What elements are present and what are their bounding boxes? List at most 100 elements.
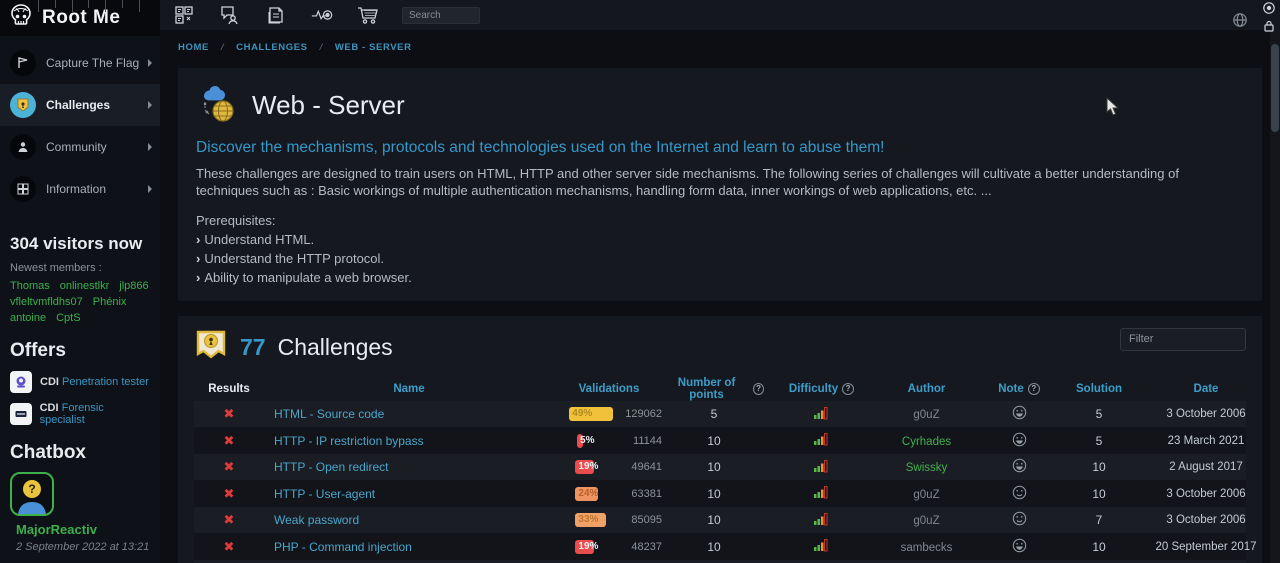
validation-count: 49641 — [631, 461, 662, 473]
chat-username[interactable]: MajorReactiv — [16, 522, 150, 537]
prerequisite-item: ›Ability to manipulate a web browser. — [196, 270, 1244, 285]
challenges-count: 77 — [240, 334, 266, 361]
breadcrumb-web-server[interactable]: WEB - SERVER — [335, 42, 412, 53]
col-header-author[interactable]: Author — [879, 383, 974, 395]
col-header-name[interactable]: Name — [264, 383, 554, 395]
community-icon — [10, 134, 36, 160]
faq-icon[interactable] — [172, 3, 196, 27]
help-icon[interactable]: ? — [842, 383, 854, 395]
difficulty-icon[interactable] — [764, 485, 879, 502]
difficulty-icon[interactable] — [764, 406, 879, 423]
col-header-validations[interactable]: Validations — [554, 383, 664, 395]
challenge-link[interactable]: PHP - Command injection — [274, 540, 412, 554]
prerequisite-text: Ability to manipulate a web browser. — [204, 270, 411, 285]
forum-icon[interactable] — [218, 3, 242, 27]
col-header-date[interactable]: Date — [1134, 383, 1262, 395]
breadcrumb-separator: / — [221, 42, 224, 53]
solution-count[interactable]: 10 — [1064, 460, 1134, 474]
offer-contract: CDI — [40, 402, 59, 414]
member-link[interactable]: Phénix — [93, 296, 127, 308]
cart-icon[interactable] — [356, 3, 380, 27]
author-link[interactable]: sambecks — [901, 542, 953, 554]
prerequisites-label: Prerequisites: — [196, 213, 1244, 228]
solution-count[interactable]: 10 — [1064, 487, 1134, 501]
solution-count[interactable]: 5 — [1064, 407, 1134, 421]
docs-icon[interactable] — [264, 3, 288, 27]
member-link[interactable]: onlinestlkr — [60, 280, 110, 292]
activity-icon[interactable] — [310, 3, 334, 27]
points-cell: 10 — [664, 434, 764, 448]
offer-company-icon — [10, 403, 32, 425]
chevron-right-icon — [148, 185, 152, 193]
not-validated-icon: ✖ — [194, 512, 264, 528]
col-header-points[interactable]: Number of points? — [664, 377, 764, 401]
logo[interactable]: Root Me — [0, 0, 160, 36]
table-row: ✖ HTTP - Open redirect 19%49641 10 Swiss… — [194, 454, 1246, 481]
difficulty-icon[interactable] — [764, 512, 879, 529]
note-smiley-icon — [1012, 432, 1027, 450]
difficulty-icon[interactable] — [764, 538, 879, 555]
information-icon — [10, 176, 36, 202]
difficulty-icon[interactable] — [764, 432, 879, 449]
sidebar-item-challenges[interactable]: Challenges — [0, 84, 160, 126]
solution-count[interactable]: 5 — [1064, 434, 1134, 448]
challenge-name-cell: HTML - Source code — [264, 407, 554, 421]
solution-count[interactable]: 10 — [1064, 540, 1134, 554]
col-header-results[interactable]: Results — [194, 383, 264, 395]
points-cell: 5 — [664, 407, 764, 421]
prerequisite-item: ›Understand HTML. — [196, 232, 1244, 247]
avatar[interactable]: ? — [10, 472, 54, 516]
challenge-link[interactable]: HTTP - User-agent — [274, 487, 375, 501]
author-link[interactable]: g0uZ — [913, 409, 939, 421]
sidebar-item-information[interactable]: Information — [0, 168, 160, 210]
breadcrumb-challenges[interactable]: CHALLENGES — [236, 42, 307, 53]
challenge-link[interactable]: HTTP - IP restriction bypass — [274, 434, 424, 448]
sidebar-item-label: Information — [46, 182, 106, 196]
help-icon[interactable]: ? — [1028, 383, 1040, 395]
author-link[interactable]: g0uZ — [913, 515, 939, 527]
offer-link[interactable]: Penetration tester — [62, 376, 149, 388]
col-header-difficulty[interactable]: Difficulty? — [764, 383, 879, 395]
challenge-link[interactable]: HTML - Source code — [274, 407, 384, 421]
challenge-link[interactable]: HTTP - Open redirect — [274, 460, 388, 474]
solution-count[interactable]: 7 — [1064, 513, 1134, 527]
lock-icon[interactable] — [1261, 18, 1277, 34]
author-link[interactable]: Cyrhades — [902, 436, 951, 448]
offer-company-icon — [10, 371, 32, 393]
search-input[interactable] — [402, 7, 480, 24]
table-row: ✖ HTTP - User-agent 24%63381 10 g0uZ 10 … — [194, 480, 1246, 507]
offer-item[interactable]: CDI Forensic specialist — [10, 402, 150, 426]
challenge-date: 2 August 2017 — [1134, 461, 1262, 473]
col-header-solution[interactable]: Solution — [1064, 383, 1134, 395]
points-cell: 10 — [664, 540, 764, 554]
challenges-badge-icon — [194, 328, 228, 367]
sidebar-item-community[interactable]: Community — [0, 126, 160, 168]
member-link[interactable]: vfleltvmfldhs07 — [10, 296, 83, 308]
member-link[interactable]: jlp866 — [119, 280, 148, 292]
offer-item[interactable]: CDI Penetration tester — [10, 371, 150, 393]
member-link[interactable]: Thomas — [10, 280, 50, 292]
challenge-name-cell: PHP - Command injection — [264, 540, 554, 554]
member-link[interactable]: antoine — [10, 312, 46, 324]
page-scrollbar[interactable] — [1270, 30, 1280, 563]
challenge-date: 3 October 2006 — [1134, 408, 1262, 420]
sidebar-item-capture-the-flag[interactable]: Capture The Flag — [0, 42, 160, 84]
challenge-date: 23 March 2021 — [1134, 435, 1262, 447]
author-link[interactable]: Swissky — [906, 462, 948, 474]
member-link[interactable]: CptS — [56, 312, 80, 324]
validation-count: 48237 — [631, 541, 662, 553]
help-icon[interactable]: ? — [753, 383, 764, 395]
validation-count: 85095 — [631, 514, 662, 526]
scrollbar-thumb[interactable] — [1271, 44, 1279, 132]
challenge-link[interactable]: Weak password — [274, 513, 359, 527]
sidebar-nav: Capture The Flag Challenges Community In… — [0, 36, 160, 216]
breadcrumb-home[interactable]: HOME — [178, 42, 209, 53]
globe-icon[interactable] — [1228, 8, 1252, 32]
filter-input[interactable] — [1120, 328, 1246, 351]
author-link[interactable]: g0uZ — [913, 489, 939, 501]
challenge-name-cell: HTTP - User-agent — [264, 487, 554, 501]
target-icon[interactable] — [1261, 1, 1277, 15]
page-title: Web - Server — [252, 90, 405, 121]
col-header-note[interactable]: Note? — [974, 383, 1064, 395]
difficulty-icon[interactable] — [764, 459, 879, 476]
